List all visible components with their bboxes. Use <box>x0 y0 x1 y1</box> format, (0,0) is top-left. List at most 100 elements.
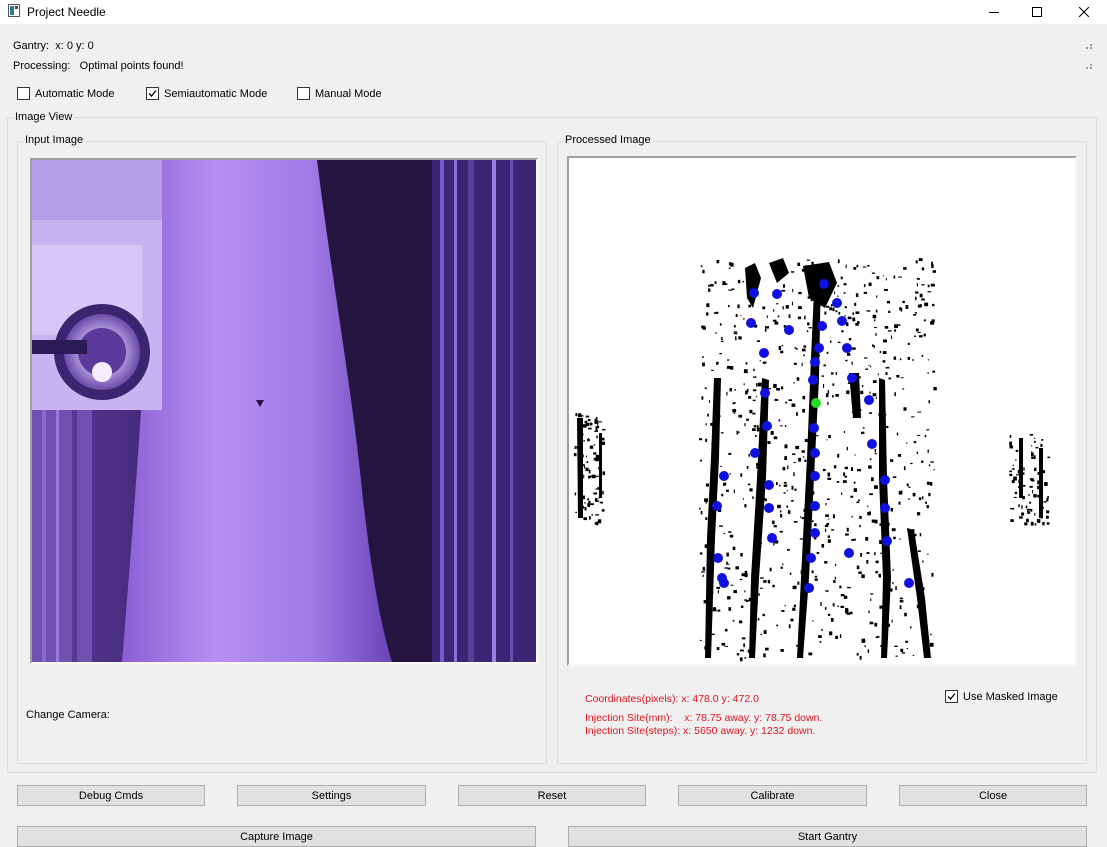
mask-speckle <box>721 642 726 646</box>
debug-cmds-button[interactable]: Debug Cmds <box>17 785 205 806</box>
title-bar[interactable]: Project Needle <box>0 0 1107 24</box>
mask-speckle <box>837 605 839 608</box>
mask-speckle <box>575 511 577 513</box>
mask-speckle <box>866 310 871 312</box>
processing-label: Processing: <box>13 60 71 72</box>
mask-speckle <box>917 304 921 308</box>
mask-speckle <box>835 372 838 375</box>
mask-speckle <box>868 364 870 366</box>
mask-speckle <box>747 649 750 653</box>
mask-speckle <box>788 624 791 629</box>
mask-speckle <box>876 276 880 280</box>
mask-speckle <box>767 441 771 444</box>
mask-speckle <box>907 357 910 360</box>
maximize-button[interactable] <box>1014 0 1060 24</box>
mask-speckle <box>857 469 862 472</box>
mask-speckle <box>916 278 920 280</box>
close-window-button[interactable] <box>1061 0 1107 24</box>
reset-button[interactable]: Reset <box>458 785 646 806</box>
mask-speckle <box>737 304 740 309</box>
mask-speckle <box>888 310 891 313</box>
mask-speckle <box>919 293 923 298</box>
mask-speckle <box>845 359 848 362</box>
mask-speckle <box>843 283 847 286</box>
checkbox-box[interactable] <box>297 87 310 100</box>
mask-speckle <box>868 610 870 614</box>
mask-speckle <box>827 390 830 394</box>
mask-speckle <box>702 362 705 367</box>
mask-speckle <box>818 317 820 321</box>
mask-speckle <box>793 604 796 608</box>
mask-speckle <box>594 498 598 502</box>
mask-speckle <box>923 319 926 322</box>
close-button[interactable]: Close <box>899 785 1087 806</box>
automatic-mode-checkbox[interactable]: Automatic Mode <box>17 87 114 100</box>
mask-speckle <box>913 533 917 537</box>
mask-speckle <box>708 606 710 609</box>
mask-speckle <box>741 637 746 640</box>
semiautomatic-mode-label: Semiautomatic Mode <box>164 87 268 100</box>
mask-speckle <box>743 383 745 385</box>
mask-speckle <box>1012 468 1015 471</box>
mask-speckle <box>757 382 762 387</box>
detected-point <box>719 471 729 481</box>
mask-speckle <box>800 516 802 518</box>
mask-speckle <box>726 489 729 492</box>
mask-speckle <box>744 657 747 659</box>
minimize-button[interactable] <box>971 0 1017 24</box>
mask-speckle <box>851 467 853 471</box>
mask-speckle <box>803 508 806 512</box>
detected-point <box>882 536 892 546</box>
mask-speckle <box>841 330 844 333</box>
mask-speckle <box>918 497 922 501</box>
mask-speckle <box>594 420 599 424</box>
detected-point <box>712 501 722 511</box>
mask-speckle <box>875 560 879 564</box>
mask-speckle <box>744 599 748 601</box>
mask-speckle <box>735 337 737 341</box>
mask-speckle <box>851 515 853 518</box>
mask-speckle <box>874 319 876 322</box>
mask-speckle <box>803 345 807 348</box>
mask-speckle <box>927 291 931 293</box>
manual-mode-checkbox[interactable]: Manual Mode <box>297 87 382 100</box>
mask-speckle <box>601 441 605 445</box>
mask-speckle <box>923 333 926 337</box>
mask-speckle <box>837 285 840 287</box>
mask-speckle <box>888 377 891 380</box>
use-masked-image-checkbox[interactable]: Use Masked Image <box>945 690 1058 703</box>
mask-speckle <box>847 586 851 589</box>
mask-speckle <box>890 335 893 339</box>
mask-speckle <box>882 275 884 277</box>
mask-speckle <box>1023 467 1025 471</box>
mask-speckle <box>931 261 933 265</box>
mask-speckle <box>884 289 888 291</box>
injection-mm-text: Injection Site(mm): x: 78.75 away. y: 78… <box>585 712 823 724</box>
mask-speckle <box>921 460 924 463</box>
calibrate-button[interactable]: Calibrate <box>678 785 867 806</box>
settings-button[interactable]: Settings <box>237 785 426 806</box>
mask-speckle <box>595 426 597 429</box>
mask-speckle <box>794 488 797 491</box>
mask-speckle <box>768 388 771 390</box>
checkbox-box[interactable] <box>945 690 958 703</box>
mask-speckle <box>903 407 907 411</box>
checkbox-box[interactable] <box>146 87 159 100</box>
mask-speckle <box>759 456 762 460</box>
checkbox-box[interactable] <box>17 87 30 100</box>
start-gantry-button[interactable]: Start Gantry <box>568 826 1087 847</box>
mask-speckle <box>708 288 711 292</box>
capture-image-button[interactable]: Capture Image <box>17 826 536 847</box>
mask-speckle <box>721 493 724 497</box>
mask-speckle <box>818 635 822 638</box>
detected-point <box>880 475 890 485</box>
mask-speckle <box>772 520 775 525</box>
mask-speckle <box>704 498 709 502</box>
mask-speckle <box>726 552 729 557</box>
semiautomatic-mode-checkbox[interactable]: Semiautomatic Mode <box>146 87 267 100</box>
mask-speckle <box>870 593 874 595</box>
mask-speckle <box>735 314 738 317</box>
mask-speckle <box>843 431 846 433</box>
mask-speckle <box>732 619 735 622</box>
mask-speckle <box>875 397 877 399</box>
